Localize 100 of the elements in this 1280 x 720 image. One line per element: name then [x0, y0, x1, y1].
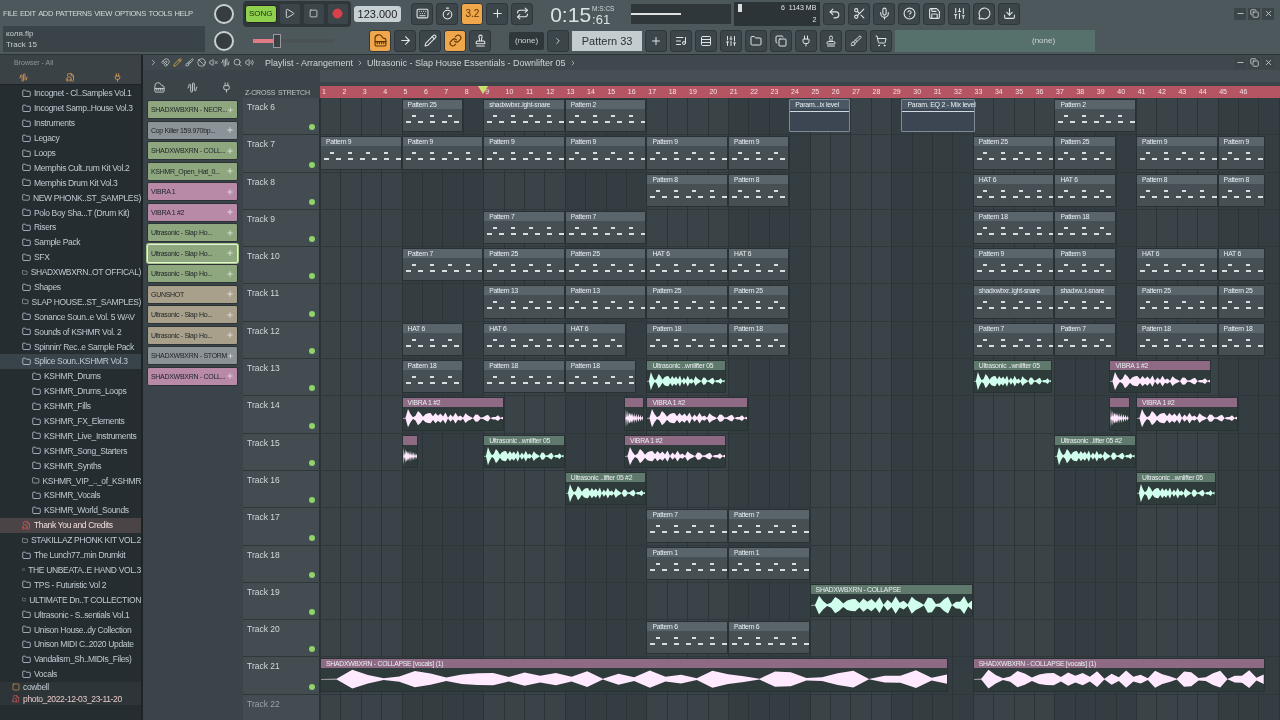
browser-item[interactable]: Sample Pack [0, 234, 141, 250]
toolbar-button[interactable] [898, 2, 921, 25]
plug-icon[interactable] [113, 72, 122, 82]
mute-led-icon[interactable] [309, 646, 315, 653]
track-header[interactable]: Track 18 [243, 545, 320, 582]
toolbar-button[interactable] [873, 2, 896, 25]
track-header[interactable]: Track 15 [243, 433, 320, 470]
speaker-icon[interactable] [245, 58, 254, 67]
browser-item[interactable]: KSHMR_FX_Elements [0, 413, 141, 429]
toolbar-button[interactable] [411, 2, 434, 25]
song-mode-button[interactable]: SONG [245, 4, 277, 23]
toolbar-button[interactable] [419, 29, 441, 52]
browser-item[interactable]: KSHMR_Song_Starters [0, 443, 141, 459]
track-header[interactable]: Track 17 [243, 508, 320, 545]
browser-item[interactable]: Incognet Samp..House Vol.3 [0, 100, 141, 116]
browser-item[interactable]: Shapes [0, 279, 141, 295]
browser-item[interactable]: KSHMR_Drums_Loops [0, 383, 141, 399]
audio-clip[interactable] [1109, 397, 1130, 431]
mute-led-icon[interactable] [309, 348, 315, 355]
pencil-icon[interactable] [173, 58, 182, 67]
zoom-icon[interactable] [233, 58, 242, 67]
tempo-display[interactable]: 123.000 [353, 5, 402, 22]
chevron-icon[interactable] [149, 58, 158, 67]
mute-led-icon[interactable] [309, 124, 315, 131]
toolbar-button[interactable] [845, 29, 868, 52]
toolbar-button[interactable] [745, 29, 768, 52]
browser-item[interactable]: Memphis Cult..rum Kit Vol.2 [0, 160, 141, 176]
volume-knob[interactable] [214, 3, 234, 24]
audio-clip[interactable] [401, 434, 418, 468]
close-button[interactable] [1262, 7, 1274, 20]
toolbar-button[interactable] [645, 29, 668, 52]
toolbar-button[interactable] [998, 2, 1021, 25]
browser-item[interactable]: KSHMR_Fills [0, 398, 141, 414]
toolbar-button[interactable] [973, 2, 996, 25]
track-header[interactable]: Track 9 [243, 209, 320, 247]
mute-led-icon[interactable] [309, 459, 315, 466]
pattern-group-select[interactable]: (none) [509, 31, 545, 50]
browser-item[interactable]: The Lunch77..min Drumkit [0, 547, 141, 563]
plug-icon[interactable] [220, 81, 232, 93]
track-header[interactable]: Track 13 [243, 359, 320, 396]
toolbar-button[interactable] [369, 29, 391, 52]
track-header[interactable]: Track 14 [243, 396, 320, 433]
slice-icon[interactable] [221, 58, 230, 67]
browser-item[interactable]: Incognet - Cl..Samples Vol.1 [0, 86, 141, 101]
browser-item[interactable]: THE UNBEATA..E HAND VOL.3 [0, 562, 141, 578]
browser-item[interactable]: Vocals [0, 666, 141, 682]
mute-led-icon[interactable] [309, 571, 315, 578]
toolbar-button[interactable] [511, 2, 534, 25]
mute-led-icon[interactable] [309, 273, 315, 280]
toolbar-button[interactable] [486, 2, 509, 25]
mute-led-icon[interactable] [309, 161, 315, 168]
browser-item[interactable]: Spinnin' Rec..e Sample Pack [0, 339, 141, 355]
toolbar-button[interactable] [795, 29, 818, 52]
magnet-icon[interactable] [161, 58, 170, 67]
browser-item[interactable]: KSHMR_VIP_.._of_KSHMR [0, 473, 141, 489]
track-header[interactable]: Track 20 [243, 620, 320, 657]
mute-led-icon[interactable] [309, 422, 315, 429]
mute-led-icon[interactable] [309, 683, 315, 690]
waveform-icon[interactable] [19, 72, 28, 82]
toolbar-button[interactable] [770, 29, 793, 52]
browser-item[interactable]: Thank You and Credits [0, 517, 141, 533]
mute-led-icon[interactable] [309, 609, 315, 616]
delete-icon[interactable] [197, 58, 206, 67]
snap-button[interactable]: 3.2 [461, 2, 484, 25]
mute-led-icon[interactable] [309, 385, 315, 392]
browser-item[interactable]: STAKILLAZ PHONK KIT VOL.2 [0, 532, 141, 548]
browser-item[interactable]: Sounds of KSHMR Vol. 2 [0, 324, 141, 340]
preset-select[interactable]: (none) [1032, 36, 1056, 45]
browser-item[interactable]: KSHMR_World_Sounds [0, 502, 141, 518]
track-header[interactable]: Track 8 [243, 172, 320, 209]
mute-led-icon[interactable] [309, 198, 315, 205]
toolbar-button[interactable] [436, 2, 459, 25]
track-header[interactable]: Track 21 [243, 657, 320, 694]
browser-item[interactable]: KSHMR_Live_Instruments [0, 428, 141, 444]
browser-item[interactable]: Memphis Drum Kit Vol.3 [0, 175, 141, 191]
browser-item[interactable]: SLAP HOUSE..ST_SAMPLES) [0, 294, 141, 310]
browser-item[interactable]: ULTIMATE Dn..T COLLECTION [0, 592, 141, 608]
browser-item[interactable]: cowbell [0, 681, 141, 694]
browser-item[interactable]: SFX [0, 249, 141, 265]
restore-button[interactable] [1248, 7, 1260, 20]
toolbar-button[interactable] [820, 29, 843, 52]
browser-item[interactable]: Polo Boy Sha...T (Drum Kit) [0, 205, 141, 220]
waveform-icon[interactable] [187, 81, 199, 93]
playhead-marker[interactable] [478, 86, 489, 94]
browser-item[interactable]: Sonance Soun..e Vol. 5 WAV [0, 309, 141, 325]
mute-led-icon[interactable] [309, 534, 315, 541]
mute-led-icon[interactable] [309, 497, 315, 504]
play-button[interactable] [278, 2, 301, 25]
toolbar-button[interactable] [444, 29, 466, 52]
mute-icon[interactable] [209, 58, 218, 67]
track-header[interactable]: Track 22 [243, 694, 320, 720]
track-header[interactable]: Track 7 [243, 135, 320, 172]
browser-item[interactable]: KSHMR_Vocals [0, 488, 141, 503]
toolbar-button[interactable] [823, 2, 846, 25]
toolbar-button[interactable] [870, 29, 893, 52]
stop-button[interactable] [302, 2, 325, 25]
browser-item[interactable]: TPS - Futuristic Vol 2 [0, 577, 141, 593]
toolbar-button[interactable] [695, 29, 718, 52]
toolbar-button[interactable] [720, 29, 743, 52]
browser-item[interactable]: Ultrasonic - S..sentials Vol.1 [0, 607, 141, 623]
